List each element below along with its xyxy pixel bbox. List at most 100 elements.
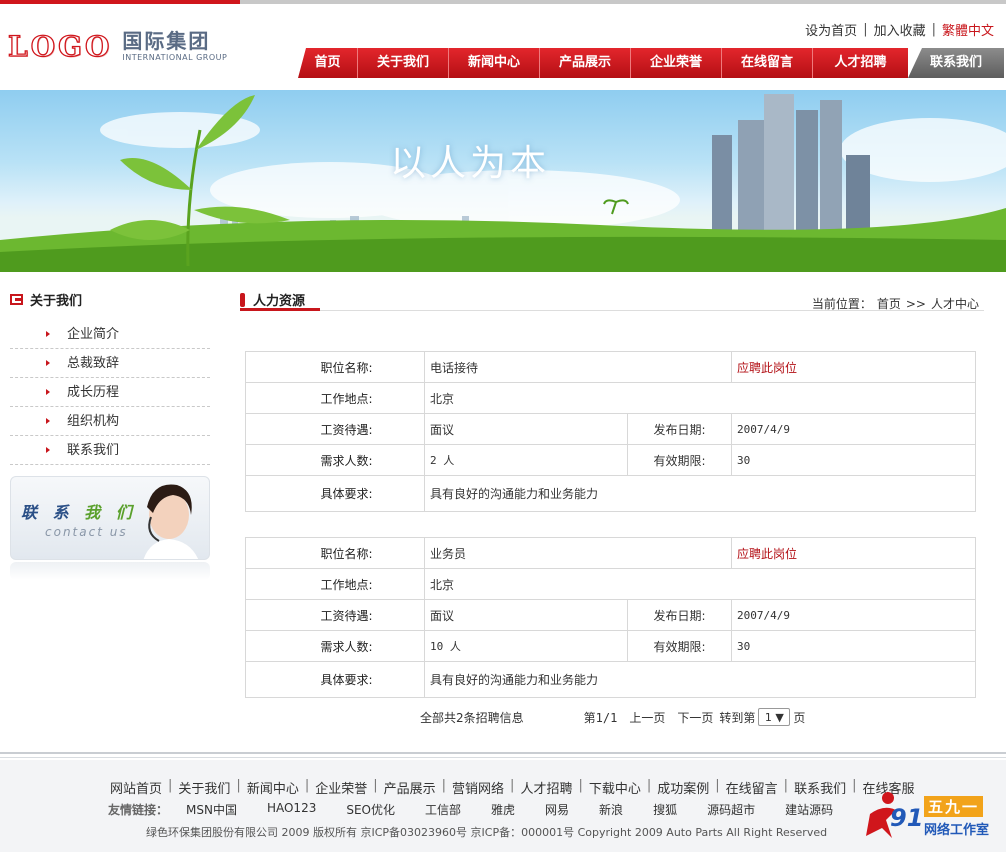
sidebar-item-president-message[interactable]: 总裁致辞 [10, 349, 210, 378]
friend-links: 友情链接： MSN中国 HAO123 SEO优化 工信部 雅虎 网易 新浪 搜狐 源码超市 建站源… [108, 801, 863, 818]
footer-divider [0, 757, 1006, 758]
job-salary: 面议 [424, 413, 628, 445]
pagination-prev[interactable]: 上一页 [629, 709, 665, 726]
logo-en: INTERNATIONAL GROUP [122, 52, 228, 62]
job-validity: 30 [731, 630, 976, 662]
job-location: 北京 [424, 568, 976, 600]
friend-link[interactable]: 搜狐 [653, 801, 677, 818]
footer-nav-item[interactable]: 联系我们 [794, 778, 846, 797]
top-accent-line [0, 0, 1006, 4]
arrow-right-icon [46, 389, 50, 395]
label-requirements: 具体要求: [245, 475, 425, 512]
footer-nav-item[interactable]: 成功案例 [657, 778, 709, 797]
apply-link[interactable]: 应聘此岗位 [731, 537, 976, 569]
job-date: 2007/4/9 [731, 413, 976, 445]
friend-link[interactable]: 新浪 [599, 801, 623, 818]
footer-divider [0, 752, 1006, 754]
friend-link[interactable]: 工信部 [425, 801, 461, 818]
sidebar-title: 关于我们 [10, 290, 82, 309]
nav-item-contact[interactable]: 联系我们 [908, 48, 1004, 78]
sidebar-item-contact[interactable]: 联系我们 [10, 436, 210, 465]
sidebar-item-organization[interactable]: 组织机构 [10, 407, 210, 436]
contact-us-banner[interactable]: 联 系 我 们 contact us [10, 476, 210, 560]
top-link-separator: | [863, 22, 868, 37]
contact-banner-en: contact us [45, 525, 128, 539]
label-validity: 有效期限: [627, 630, 732, 662]
job-row-salary: 工资待遇: 面议 发布日期: 2007/4/9 [245, 599, 976, 631]
friend-links-label: 友情链接： [108, 803, 169, 817]
nav-item-news[interactable]: 新闻中心 [449, 48, 540, 78]
pagination-goto-label: 转到第 [719, 710, 756, 725]
breadcrumb-prefix: 当前位置： [811, 297, 872, 311]
traditional-chinese-link[interactable]: 繁體中文 [942, 20, 994, 39]
friend-link[interactable]: 源码超市 [707, 801, 755, 818]
sidebar-item-company-profile[interactable]: 企业简介 [10, 320, 210, 349]
sidebar-item-history[interactable]: 成长历程 [10, 378, 210, 407]
label-salary: 工资待遇: [245, 413, 425, 445]
chevron-down-icon: ▼ [775, 710, 784, 724]
pagination-total: 全部共2条招聘信息 [420, 710, 524, 725]
label-requirements: 具体要求: [245, 661, 425, 698]
job-row-count: 需求人数: 2 人 有效期限: 30 [245, 444, 976, 476]
studio-watermark: 91 五九一 网络工作室 [860, 790, 1000, 842]
nav-item-about[interactable]: 关于我们 [358, 48, 449, 78]
sidebar-item-label: 联系我们 [67, 442, 120, 458]
footer-nav-separator: | [510, 778, 515, 793]
friend-link[interactable]: 网易 [545, 801, 569, 818]
footer-nav-item[interactable]: 新闻中心 [247, 778, 299, 797]
breadcrumb-home[interactable]: 首页 [877, 297, 901, 311]
label-date: 发布日期: [627, 599, 732, 631]
job-row-location: 工作地点: 北京 [245, 568, 976, 600]
job-row-count: 需求人数: 10 人 有效期限: 30 [245, 630, 976, 662]
footer-nav-item[interactable]: 人才招聘 [520, 778, 572, 797]
footer-nav-item[interactable]: 在线留言 [726, 778, 778, 797]
friend-link[interactable]: 建站源码 [785, 801, 833, 818]
job-validity: 30 [731, 444, 976, 476]
apply-link[interactable]: 应聘此岗位 [731, 351, 976, 383]
nav-item-jobs[interactable]: 人才招聘 [813, 48, 908, 78]
breadcrumb-separator: >> [905, 297, 926, 311]
nav-item-guestbook[interactable]: 在线留言 [722, 48, 813, 78]
banner-skyscrapers [712, 94, 870, 240]
footer-nav-item[interactable]: 企业荣誉 [315, 778, 367, 797]
main-nav-red: 首页 关于我们 新闻中心 产品展示 企业荣誉 在线留言 人才招聘 [298, 48, 908, 78]
logo-cn: 国际集团 [122, 28, 211, 53]
page-select[interactable]: 1 ▼ [758, 708, 791, 726]
footer-nav-item[interactable]: 关于我们 [178, 778, 230, 797]
friend-link[interactable]: HAO123 [267, 801, 316, 818]
label-position: 职位名称: [245, 537, 425, 569]
pagination-next[interactable]: 下一页 [677, 709, 713, 726]
label-location: 工作地点: [245, 568, 425, 600]
footer-nav-item[interactable]: 营销网络 [452, 778, 504, 797]
set-homepage-link[interactable]: 设为首页 [805, 20, 857, 39]
friend-link[interactable]: SEO优化 [346, 801, 395, 818]
nav-item-products[interactable]: 产品展示 [540, 48, 631, 78]
contact-banner-reflection [10, 562, 210, 580]
add-favorite-link[interactable]: 加入收藏 [874, 20, 926, 39]
breadcrumb-current[interactable]: 人才中心 [931, 297, 979, 311]
sidebar-item-label: 组织机构 [67, 413, 120, 429]
nav-item-home[interactable]: 首页 [298, 48, 358, 78]
job-date: 2007/4/9 [731, 599, 976, 631]
footer-nav-separator: | [441, 778, 447, 793]
label-position: 职位名称: [245, 351, 425, 383]
footer-nav-separator: | [783, 778, 789, 793]
footer-nav-item[interactable]: 产品展示 [384, 778, 436, 797]
job-position: 电话接待 [424, 351, 732, 383]
top-links: 设为首页 | 加入收藏 | 繁體中文 [805, 20, 994, 39]
friend-link[interactable]: MSN中国 [186, 801, 237, 818]
sidebar-item-label: 企业简介 [67, 326, 120, 342]
footer-nav-item[interactable]: 网站首页 [110, 778, 162, 797]
sidebar-menu: 企业简介 总裁致辞 成长历程 组织机构 联系我们 [10, 320, 210, 465]
site-logo[interactable]: LOGO 国际集团 INTERNATIONAL GROUP [7, 28, 228, 64]
pagination-suffix: 页 [793, 710, 806, 725]
watermark-number: 91 [890, 804, 924, 832]
banner-title: 以人为本 [390, 143, 551, 184]
sidebar-item-label: 总裁致辞 [67, 355, 120, 371]
page-title: 人力资源 [240, 290, 305, 309]
nav-item-honors[interactable]: 企业荣誉 [631, 48, 722, 78]
footer-nav-item[interactable]: 下载中心 [589, 778, 641, 797]
footer-nav-separator: | [646, 778, 652, 793]
arrow-right-icon [46, 418, 50, 424]
friend-link[interactable]: 雅虎 [491, 801, 515, 818]
